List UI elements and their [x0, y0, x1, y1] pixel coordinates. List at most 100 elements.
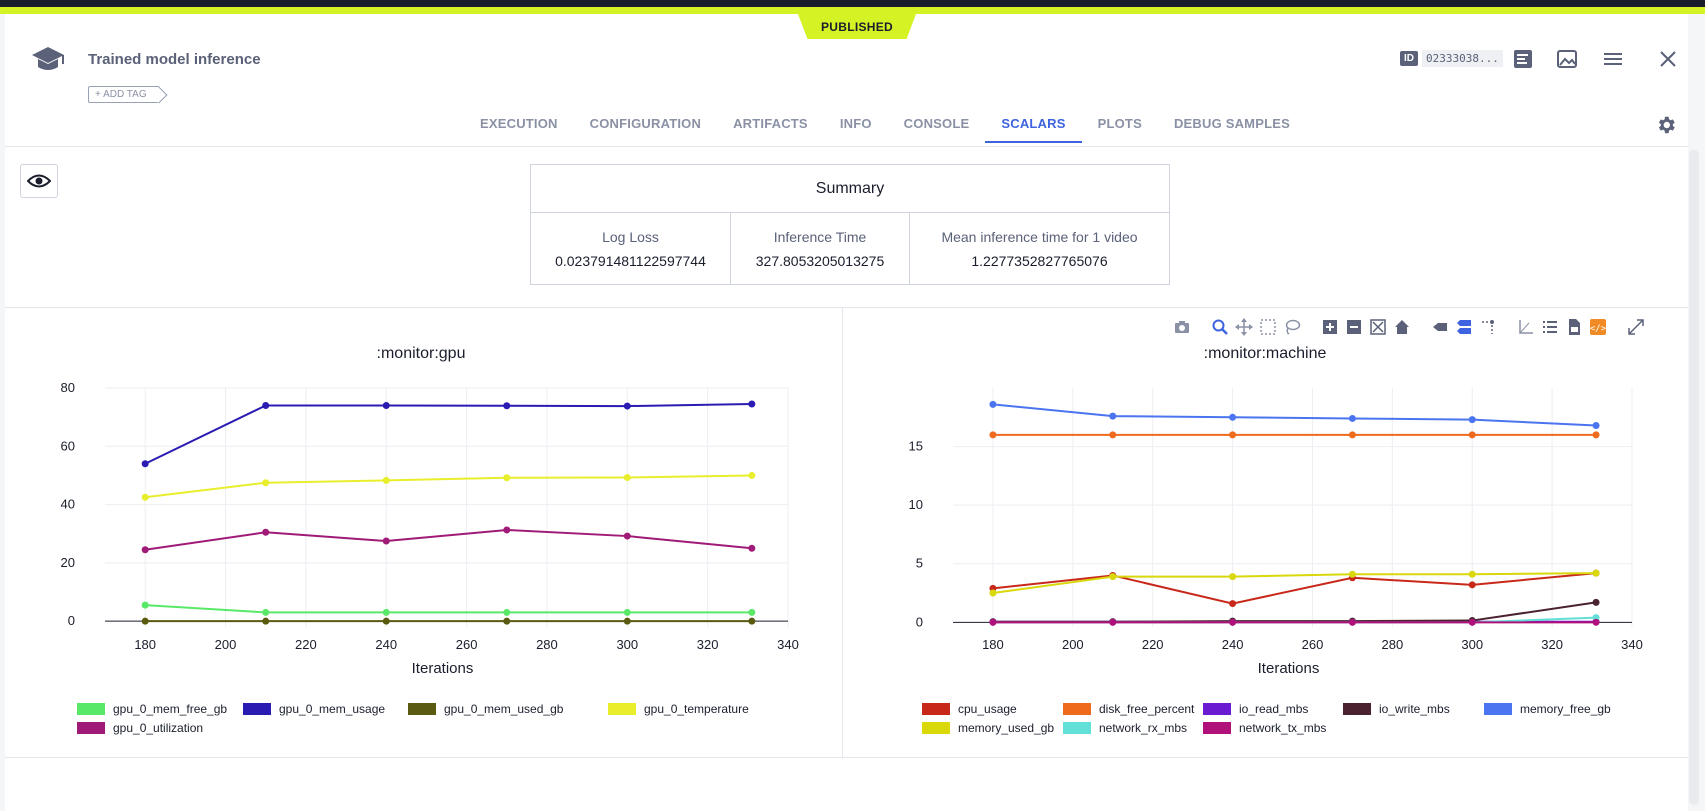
data-point-io_write_mbs[interactable] — [1592, 598, 1600, 606]
data-point-gpu_0_temperature[interactable] — [623, 473, 631, 481]
legend-item-disk_free_percent[interactable]: disk_free_percent — [1063, 702, 1194, 716]
task-id[interactable]: ID 02333038... — [1400, 50, 1503, 67]
summary-value: 1.2277352827765076 — [971, 253, 1108, 269]
data-point-gpu_0_mem_used_gb[interactable] — [141, 617, 149, 625]
legend-item-memory_free_gb[interactable]: memory_free_gb — [1484, 702, 1611, 716]
data-point-gpu_0_mem_used_gb[interactable] — [503, 617, 511, 625]
data-point-memory_used_gb[interactable] — [1592, 569, 1600, 577]
data-point-memory_free_gb[interactable] — [1229, 413, 1237, 421]
data-point-gpu_0_utilization[interactable] — [262, 528, 270, 536]
data-point-gpu_0_utilization[interactable] — [382, 537, 390, 545]
data-point-gpu_0_utilization[interactable] — [141, 546, 149, 554]
data-point-gpu_0_temperature[interactable] — [141, 493, 149, 501]
data-point-gpu_0_utilization[interactable] — [748, 544, 756, 552]
legend-item-gpu_0_mem_free_gb[interactable]: gpu_0_mem_free_gb — [77, 702, 227, 716]
data-point-gpu_0_mem_free_gb[interactable] — [382, 608, 390, 616]
data-point-memory_free_gb[interactable] — [1592, 421, 1600, 429]
data-point-memory_used_gb[interactable] — [1109, 573, 1117, 581]
data-point-gpu_0_temperature[interactable] — [503, 474, 511, 482]
tab-plots[interactable]: PLOTS — [1082, 116, 1158, 143]
data-point-memory_used_gb[interactable] — [1468, 570, 1476, 578]
data-point-network_tx_mbs[interactable] — [1229, 618, 1237, 626]
data-point-memory_used_gb[interactable] — [1229, 573, 1237, 581]
add-tag-button[interactable]: + ADD TAG — [88, 86, 159, 103]
data-point-gpu_0_mem_free_gb[interactable] — [623, 608, 631, 616]
data-point-gpu_0_mem_usage[interactable] — [623, 402, 631, 410]
tab-configuration[interactable]: CONFIGURATION — [574, 116, 717, 143]
data-point-gpu_0_temperature[interactable] — [262, 479, 270, 487]
data-point-gpu_0_utilization[interactable] — [623, 532, 631, 540]
legend-item-io_read_mbs[interactable]: io_read_mbs — [1203, 702, 1308, 716]
data-point-memory_free_gb[interactable] — [1109, 412, 1117, 420]
series-line-memory_free_gb[interactable] — [992, 403, 1597, 427]
data-point-disk_free_percent[interactable] — [1468, 431, 1476, 439]
data-point-gpu_0_mem_free_gb[interactable] — [262, 608, 270, 616]
series-line-gpu_0_temperature[interactable] — [145, 474, 752, 499]
data-point-gpu_0_mem_usage[interactable] — [141, 460, 149, 468]
series-line-gpu_0_mem_usage[interactable] — [144, 403, 752, 465]
page-scrollbar[interactable] — [1689, 150, 1699, 805]
data-point-gpu_0_utilization[interactable] — [503, 526, 511, 534]
toggle-visibility-button[interactable] — [20, 164, 58, 198]
data-point-disk_free_percent[interactable] — [1229, 431, 1237, 439]
legend-swatch — [77, 703, 105, 715]
series-line-io_write_mbs[interactable] — [992, 601, 1597, 623]
data-point-disk_free_percent[interactable] — [1348, 431, 1356, 439]
data-point-gpu_0_mem_free_gb[interactable] — [141, 601, 149, 609]
data-point-gpu_0_mem_used_gb[interactable] — [382, 617, 390, 625]
data-point-gpu_0_mem_usage[interactable] — [503, 402, 511, 410]
data-point-gpu_0_mem_usage[interactable] — [382, 401, 390, 409]
series-line-gpu_0_mem_free_gb[interactable] — [145, 604, 752, 614]
legend-item-network_rx_mbs[interactable]: network_rx_mbs — [1063, 721, 1187, 735]
tab-scalars[interactable]: SCALARS — [985, 116, 1082, 143]
legend-swatch — [922, 703, 950, 715]
data-point-gpu_0_temperature[interactable] — [382, 476, 390, 484]
data-point-gpu_0_temperature[interactable] — [748, 471, 756, 479]
data-point-memory_free_gb[interactable] — [1468, 416, 1476, 424]
data-point-network_tx_mbs[interactable] — [1468, 618, 1476, 626]
data-point-cpu_usage[interactable] — [1468, 581, 1476, 589]
legend-item-network_tx_mbs[interactable]: network_tx_mbs — [1203, 721, 1326, 735]
legend-item-cpu_usage[interactable]: cpu_usage — [922, 702, 1017, 716]
tab-execution[interactable]: EXECUTION — [464, 116, 574, 143]
legend-item-gpu_0_utilization[interactable]: gpu_0_utilization — [77, 721, 203, 735]
series-line-cpu_usage[interactable] — [992, 572, 1597, 605]
y-tick-label: 0 — [916, 614, 923, 629]
data-point-gpu_0_mem_usage[interactable] — [748, 400, 756, 408]
data-point-memory_used_gb[interactable] — [989, 589, 997, 597]
menu-icon[interactable] — [1602, 48, 1624, 70]
image-icon[interactable] — [1556, 48, 1578, 70]
legend-item-memory_used_gb[interactable]: memory_used_gb — [922, 721, 1054, 735]
y-tick-label: 5 — [916, 556, 923, 571]
tab-artifacts[interactable]: ARTIFACTS — [717, 116, 824, 143]
data-point-gpu_0_mem_used_gb[interactable] — [262, 617, 270, 625]
id-value[interactable]: 02333038... — [1422, 50, 1503, 67]
data-point-network_tx_mbs[interactable] — [1348, 618, 1356, 626]
close-icon[interactable] — [1657, 48, 1679, 70]
data-point-cpu_usage[interactable] — [1229, 600, 1237, 608]
series-line-gpu_0_utilization[interactable] — [145, 528, 752, 551]
data-point-gpu_0_mem_free_gb[interactable] — [748, 608, 756, 616]
legend-item-gpu_0_temperature[interactable]: gpu_0_temperature — [608, 702, 749, 716]
data-point-disk_free_percent[interactable] — [1109, 431, 1117, 439]
data-point-network_tx_mbs[interactable] — [1109, 618, 1117, 626]
tab-debug-samples[interactable]: DEBUG SAMPLES — [1158, 116, 1306, 143]
data-point-network_tx_mbs[interactable] — [989, 618, 997, 626]
data-point-disk_free_percent[interactable] — [989, 431, 997, 439]
legend-item-gpu_0_mem_usage[interactable]: gpu_0_mem_usage — [243, 702, 385, 716]
tab-info[interactable]: INFO — [824, 116, 888, 143]
data-point-memory_used_gb[interactable] — [1348, 570, 1356, 578]
data-point-gpu_0_mem_used_gb[interactable] — [748, 617, 756, 625]
data-point-memory_free_gb[interactable] — [1348, 414, 1356, 422]
data-point-gpu_0_mem_usage[interactable] — [262, 401, 270, 409]
tab-console[interactable]: CONSOLE — [888, 116, 986, 143]
data-point-network_tx_mbs[interactable] — [1592, 618, 1600, 626]
legend-item-io_write_mbs[interactable]: io_write_mbs — [1343, 702, 1450, 716]
data-point-gpu_0_mem_used_gb[interactable] — [623, 617, 631, 625]
data-point-gpu_0_mem_free_gb[interactable] — [503, 608, 511, 616]
data-point-memory_free_gb[interactable] — [989, 400, 997, 408]
list-icon[interactable] — [1512, 48, 1534, 70]
data-point-disk_free_percent[interactable] — [1592, 431, 1600, 439]
legend-item-gpu_0_mem_used_gb[interactable]: gpu_0_mem_used_gb — [408, 702, 563, 716]
gear-icon[interactable] — [1655, 114, 1677, 136]
